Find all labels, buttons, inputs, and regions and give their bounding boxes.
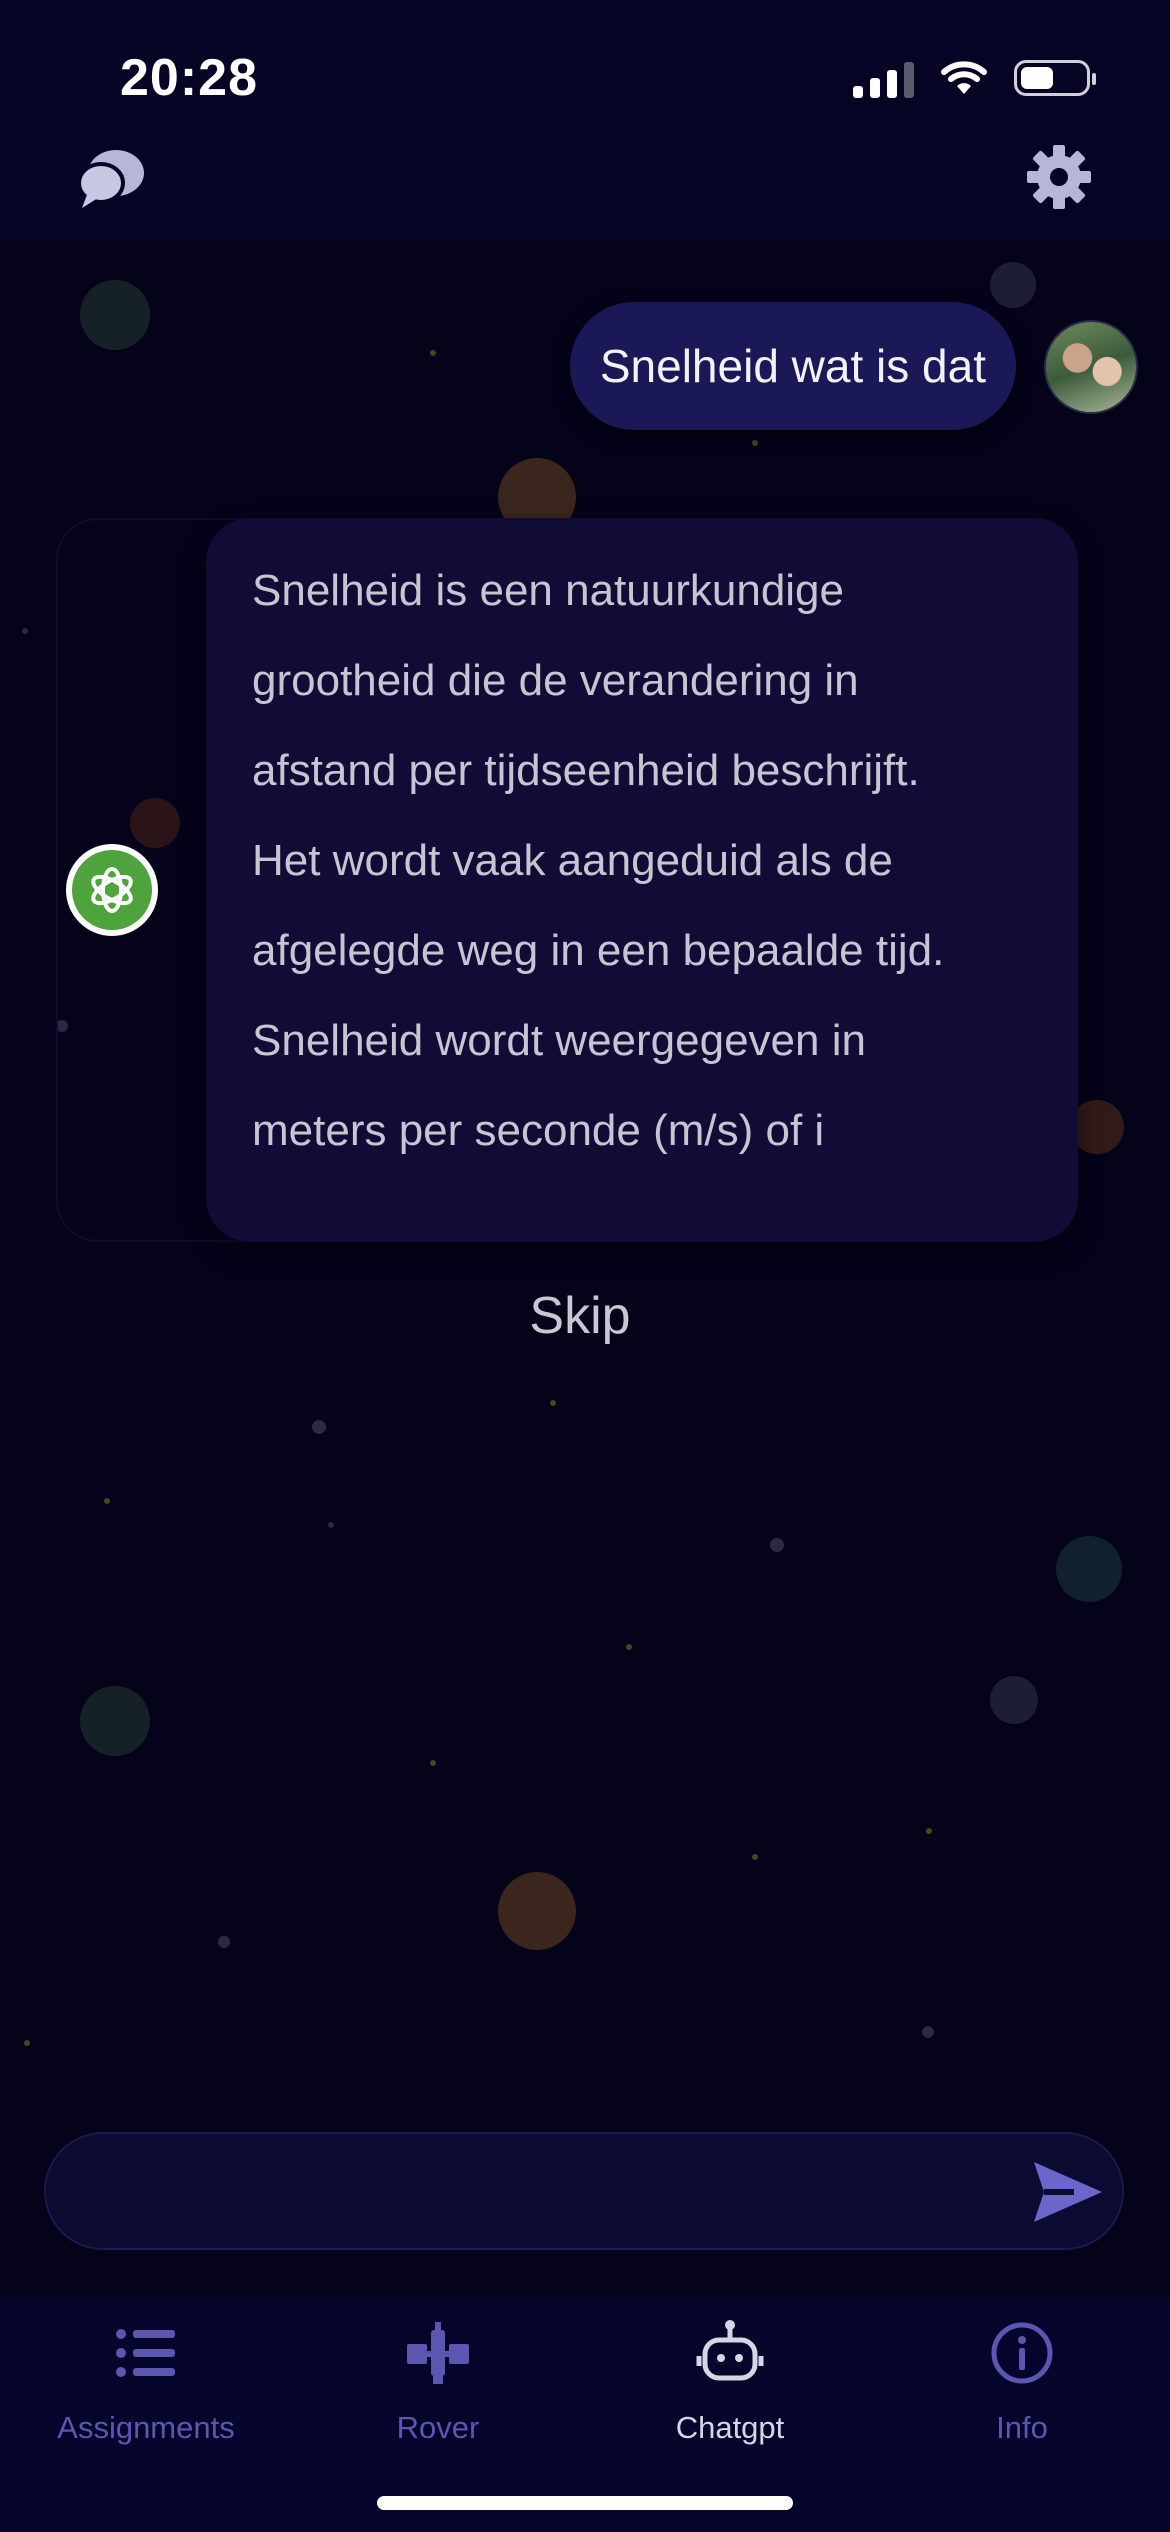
bot-message-line: Snelheid is een natuurkundige	[252, 566, 845, 615]
tab-assignments[interactable]: Assignments	[0, 2318, 292, 2468]
send-icon[interactable]	[1030, 2158, 1106, 2226]
user-message-text: Snelheid wat is dat	[599, 340, 986, 392]
tab-rover[interactable]: Rover	[292, 2318, 584, 2468]
tab-label: Info	[996, 2410, 1048, 2445]
info-icon	[991, 2322, 1053, 2384]
status-time: 20:28	[120, 49, 258, 107]
satellite-icon	[407, 2322, 469, 2384]
top-bar: 20:28	[0, 0, 1170, 240]
bot-avatar	[66, 844, 158, 936]
bot-message-text: Snelheid is een natuurkundige grootheid …	[252, 546, 1032, 1176]
list-icon	[116, 2329, 175, 2377]
tab-label: Assignments	[57, 2410, 235, 2445]
robot-icon	[696, 2320, 764, 2381]
chat-area[interactable]: Snelheid wat is dat Snelheid is een natu…	[0, 240, 1170, 2300]
skip-button[interactable]: Skip	[500, 1286, 660, 1346]
gear-icon[interactable]	[1026, 144, 1092, 210]
bot-message-line: meters per seconde (m/s) of i	[252, 1106, 825, 1155]
wifi-icon	[941, 61, 987, 94]
bot-message-line: afstand per tijdseenheid beschrijft.	[252, 746, 920, 795]
bot-message-line: grootheid die de verandering in	[252, 656, 859, 705]
planet-decoration	[990, 262, 1036, 308]
planet-decoration	[498, 1872, 576, 1950]
bot-message-line: Het wordt vaak aangeduid als de	[252, 836, 893, 885]
tab-info[interactable]: Info	[876, 2318, 1168, 2468]
bot-message-line: afgelegde weg in een bepaalde tijd.	[252, 926, 945, 975]
bot-message-bubble: Snelheid is een natuurkundige grootheid …	[206, 518, 1078, 1242]
planet-decoration	[80, 1686, 150, 1756]
planet-decoration	[80, 280, 150, 350]
tab-chatgpt[interactable]: Chatgpt	[584, 2318, 876, 2468]
message-composer	[44, 2132, 1124, 2250]
chat-bubbles-icon[interactable]	[74, 146, 148, 212]
planet-decoration	[990, 1676, 1038, 1724]
user-message-bubble: Snelheid wat is dat	[569, 302, 1016, 430]
planet-decoration	[1070, 1100, 1124, 1154]
home-indicator	[377, 2496, 793, 2510]
message-input[interactable]	[86, 2154, 990, 2232]
bot-message-line: Snelheid wordt weergegeven in	[252, 1016, 866, 1065]
planet-decoration	[1056, 1536, 1122, 1602]
user-avatar	[1044, 320, 1138, 414]
tab-label: Rover	[396, 2410, 480, 2445]
openai-logo-icon	[91, 867, 133, 913]
cellular-signal-icon	[853, 58, 914, 98]
status-icons	[853, 56, 1096, 100]
battery-icon	[1014, 60, 1096, 96]
tab-label: Chatgpt	[675, 2410, 785, 2445]
